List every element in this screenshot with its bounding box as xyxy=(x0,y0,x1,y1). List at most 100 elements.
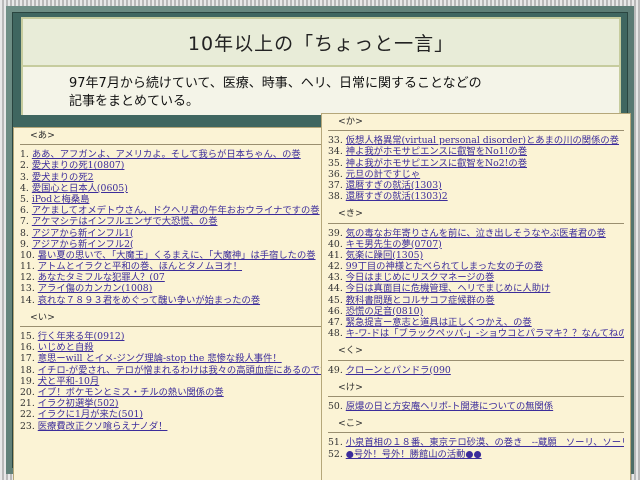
article-number: 46. xyxy=(328,305,346,317)
article-number: 51. xyxy=(328,437,346,449)
article-number: 15. xyxy=(20,331,38,342)
article-link[interactable]: 還暦すぎの就活(1303)2 xyxy=(346,191,448,202)
article-link[interactable]: キモ男先生の夢(0707) xyxy=(346,239,442,250)
article-link[interactable]: 神よ我がホモサピエンスに叡智をNo1!の巻 xyxy=(346,146,527,157)
article-link[interactable]: iPodと梅桑島 xyxy=(32,194,90,205)
article-number: 38. xyxy=(328,191,346,203)
article-link[interactable]: 意思ーwill とイメ-ジング理論-stop the 悲惨な殺人事件！ xyxy=(38,353,282,364)
article-number: 5. xyxy=(20,193,32,205)
article-link[interactable]: 緊急提言ー意志と道具は正しくつかえ、の巻 xyxy=(346,317,532,328)
article-number: 17. xyxy=(20,353,38,365)
article-link[interactable]: ●号外！号外！勝館山の活動●● xyxy=(346,449,482,460)
article-list-item: 13. アライ傷のカンカン(1008) xyxy=(20,283,324,294)
section-heading: <あ> xyxy=(30,130,55,141)
article-link[interactable]: 小泉首相の１８番、東京テロ砂漠、の巻き --蔵願 ソーリ、ソーリ、ありました xyxy=(346,437,624,448)
article-link[interactable]: 99丁目の神様とたべられてしまった女の子の巻 xyxy=(346,261,543,272)
article-number: 41. xyxy=(328,249,346,261)
article-link[interactable]: アライ傷のカンカン(1008) xyxy=(38,283,153,294)
article-list-item: 42. 99丁目の神様とたべられてしまった女の子の巻 xyxy=(328,261,624,272)
article-link[interactable]: 哀れな７８９３君をめぐって醜い争いが始まったの巻 xyxy=(38,295,260,306)
article-link[interactable]: アケマシテはインフルエンザで大恐慌、の巻 xyxy=(32,216,218,227)
article-link[interactable]: 愛犬まりの死1(0807) xyxy=(32,160,125,171)
section-divider xyxy=(20,144,324,146)
article-list-item: 47. 緊急提言ー意志と道具は正しくつかえ、の巻 xyxy=(328,317,624,328)
article-number: 3. xyxy=(20,171,32,183)
article-number: 35. xyxy=(328,157,346,169)
article-link[interactable]: 今日は真面目に危機管理、ヘリでまじめに人助け xyxy=(346,283,551,294)
article-link[interactable]: 元旦の計ですじゃ xyxy=(346,169,420,180)
article-link[interactable]: 今日はまじめにリスクマネージの巻 xyxy=(346,272,495,283)
section-heading: <く> xyxy=(338,345,363,357)
article-link[interactable]: 医療費改正クソ喰らえナノダ！ xyxy=(38,421,168,432)
article-number: 6. xyxy=(20,205,32,217)
article-link[interactable]: イチロ-が愛され、テロが憎まれるわけは我々の高頭血症にあるのです、 xyxy=(38,365,324,376)
article-link[interactable]: 行く年来る年(0912) xyxy=(38,331,125,342)
article-link[interactable]: アトムとイラクと平和の巻、ほんとタノムヨオ！ xyxy=(38,261,242,272)
article-number: 40. xyxy=(328,238,346,250)
section-heading: <け> xyxy=(338,381,363,393)
article-link[interactable]: アジアから新インフル1( xyxy=(32,228,134,239)
article-number: 19. xyxy=(20,375,38,387)
article-number: 20. xyxy=(20,386,38,398)
article-link[interactable]: クローンとパンドラ(090 xyxy=(346,365,451,376)
article-number: 11. xyxy=(20,261,38,273)
section-divider xyxy=(20,326,324,327)
article-list-item: 20. イブ！ボケモンとミス・チルの熱い関係の巻 xyxy=(20,387,324,398)
slide: 10年以上の「ちょっと一言」 97年7月から続けていて、医療、時事、ヘリ、日常に… xyxy=(12,12,631,480)
article-number: 48. xyxy=(328,328,346,340)
article-list-item: 23. 医療費改正クソ喰らえナノダ！ xyxy=(20,421,324,432)
article-number: 50. xyxy=(328,400,346,412)
article-number: 23. xyxy=(20,420,38,432)
article-link[interactable]: イラクに1月が来た(501) xyxy=(38,409,143,420)
article-number: 13. xyxy=(20,283,38,295)
article-link[interactable]: 原爆の日と方安庵ヘリポ-ト開港についての無関係 xyxy=(346,401,553,412)
description-line-1: 97年7月から続けていて、医療、時事、ヘリ、日常に関することなどの xyxy=(69,76,482,91)
article-link[interactable]: ああ、アフガンよ、アメリカよ。そして我らが日本ちゃん、の巻 xyxy=(32,149,301,160)
article-number: 21. xyxy=(20,398,38,410)
article-link[interactable]: 愛国心と日本人(0605) xyxy=(32,183,128,194)
article-number: 33. xyxy=(328,135,346,147)
article-link[interactable]: アジアから新インフル2( xyxy=(32,239,134,250)
section-heading: <い> xyxy=(30,311,55,323)
article-link[interactable]: 還暦すぎの就活(1303) xyxy=(346,180,442,191)
article-link[interactable]: 教科書問題とコルサコフ症候群の巻 xyxy=(346,295,495,306)
article-list-item: 35. 神よ我がホモサピエンスに叡智をNo2!の巻 xyxy=(328,158,624,169)
article-list-item: 11. アトムとイラクと平和の巻、ほんとタノムヨオ！ xyxy=(20,261,324,272)
article-list-item: 49. クローンとパンドラ(090 xyxy=(328,365,624,376)
article-number: 1. xyxy=(20,149,32,161)
article-link[interactable]: 気楽に躁回(1305) xyxy=(346,250,423,261)
article-link[interactable]: キ-ワ-ドは「ブラックペッパ-」-ショウコとパラマキ？？なんてねの巻 xyxy=(346,328,624,339)
article-list-item: 14. 哀れな７８９３君をめぐって醜い争いが始まったの巻 xyxy=(20,295,324,306)
article-list-item: 34. 神よ我がホモサピエンスに叡智をNo1!の巻 xyxy=(328,146,624,157)
article-list-item: 10. 暑い夏の思いで、「大魔王」くるまえに、「大魔神」は手宿したの巻 xyxy=(20,250,324,261)
article-link[interactable]: イラク初選挙(502) xyxy=(38,398,119,409)
article-number: 49. xyxy=(328,364,346,376)
article-number: 8. xyxy=(20,227,32,239)
article-link[interactable]: あなたタミフルな犯罪人？(07 xyxy=(38,272,165,283)
article-link[interactable]: 仮想人格異常(virtual personal disorder)とあまの川の関… xyxy=(346,135,619,146)
article-number: 36. xyxy=(328,168,346,180)
article-number: 52. xyxy=(328,448,346,460)
article-list-item: 8. アジアから新インフル1( xyxy=(20,228,324,239)
article-list-item: 1. ああ、アフガンよ、アメリカよ。そして我らが日本ちゃん、の巻 xyxy=(20,149,324,160)
article-list-item: 19. 犬と平和-10月 xyxy=(20,376,324,387)
article-link[interactable]: 神よ我がホモサピエンスに叡智をNo2!の巻 xyxy=(346,158,527,169)
article-list-item: 18. イチロ-が愛され、テロが憎まれるわけは我々の高頭血症にあるのです、 xyxy=(20,365,324,376)
article-link[interactable]: 愛犬まりの死2 xyxy=(32,172,94,183)
article-link[interactable]: 暑い夏の思いで、「大魔王」くるまえに、「大魔神」は手宿したの巻 xyxy=(38,250,316,261)
article-link[interactable]: 恐慌の足音(0810) xyxy=(346,306,423,317)
article-list-item: 39. 気の毒なお年寄りさんを前に、泣き出しそうなやぶ医者君の巻 xyxy=(328,228,624,239)
article-list-item: 51. 小泉首相の１８番、東京テロ砂漠、の巻き --蔵願 ソーリ、ソーリ、ありま… xyxy=(328,437,624,448)
article-list-item: 45. 教科書問題とコルサコフ症候群の巻 xyxy=(328,295,624,306)
article-list-item: 22. イラクに1月が来た(501) xyxy=(20,409,324,420)
article-list-item: 2. 愛犬まりの死1(0807) xyxy=(20,160,324,171)
article-number: 16. xyxy=(20,342,38,354)
article-link[interactable]: いじめと自殺 xyxy=(38,342,94,353)
article-link[interactable]: アケましてオメデトウさん、ドクヘリ君の午年おおウライナですの巻 xyxy=(32,205,320,216)
title-bar: 10年以上の「ちょっと一言」 xyxy=(21,17,621,67)
article-list-item: 12. あなたタミフルな犯罪人？(07 xyxy=(20,272,324,283)
article-link[interactable]: イブ！ボケモンとミス・チルの熱い関係の巻 xyxy=(38,387,224,398)
article-link[interactable]: 犬と平和-10月 xyxy=(38,376,99,387)
article-list-item: 7. アケマシテはインフルエンザで大恐慌、の巻 xyxy=(20,216,324,227)
article-link[interactable]: 気の毒なお年寄りさんを前に、泣き出しそうなやぶ医者君の巻 xyxy=(346,228,606,239)
